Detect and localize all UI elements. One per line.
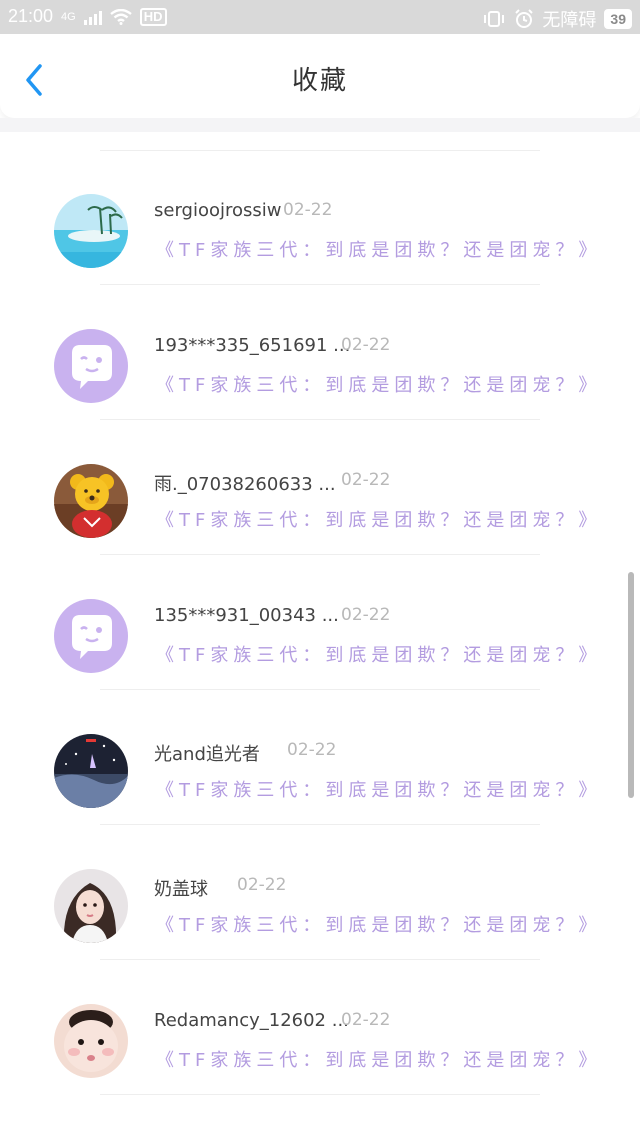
signal-icon	[83, 9, 102, 25]
article-link[interactable]: 《TF家族三代：到底是团欺？还是团宠？》	[156, 1046, 601, 1072]
avatar[interactable]	[54, 734, 128, 808]
divider	[100, 1094, 540, 1095]
date: 02-22	[287, 740, 337, 760]
battery-indicator: 39	[604, 9, 632, 29]
status-right: 无障碍 39	[482, 6, 632, 32]
alarm-icon	[515, 9, 534, 28]
clock: 21:00	[8, 6, 54, 26]
list-item[interactable]: 光and追光者 02-22 《TF家族三代：到底是团欺？还是团宠？》	[0, 672, 628, 825]
avatar[interactable]	[54, 599, 128, 673]
article-link[interactable]: 《TF家族三代：到底是团欺？还是团宠？》	[156, 911, 601, 937]
list-item[interactable]: 193***335_651691 ... 02-22 《TF家族三代：到底是团欺…	[0, 267, 628, 420]
list-item[interactable]: sergioojrossiw 02-22 《TF家族三代：到底是团欺？还是团宠？…	[0, 132, 628, 285]
network-label: 4G	[61, 10, 76, 23]
article-link[interactable]: 《TF家族三代：到底是团欺？还是团宠？》	[156, 641, 601, 667]
list-item[interactable]: 雨._07038260633 ... 02-22 《TF家族三代：到底是团欺？还…	[0, 402, 628, 555]
date: 02-22	[237, 875, 287, 895]
list-item[interactable]: 奶盖球 02-22 《TF家族三代：到底是团欺？还是团宠？》	[0, 807, 628, 960]
avatar[interactable]	[54, 464, 128, 538]
user-name: 雨._07038260633 ...	[154, 474, 336, 495]
header-gap	[0, 118, 640, 132]
hd-icon: HD	[139, 7, 167, 26]
date: 02-22	[283, 200, 333, 220]
date: 02-22	[341, 605, 391, 625]
vibrate-icon	[484, 11, 505, 27]
baby-photo-icon	[54, 1004, 128, 1078]
scrollbar[interactable]	[628, 572, 634, 798]
status-left: 21:00 4G HD	[8, 6, 167, 27]
article-link[interactable]: 《TF家族三代：到底是团欺？还是团宠？》	[156, 236, 601, 262]
list-item[interactable]: Redamancy_12602 ... 02-22 《TF家族三代：到底是团欺？…	[0, 942, 628, 1095]
avatar[interactable]	[54, 1004, 128, 1078]
wifi-icon	[109, 8, 132, 25]
avatar[interactable]	[54, 869, 128, 943]
article-link[interactable]: 《TF家族三代：到底是团欺？还是团宠？》	[156, 506, 601, 532]
bear-photo-icon	[54, 464, 128, 538]
date: 02-22	[341, 470, 391, 490]
avatar[interactable]	[54, 194, 128, 268]
article-link[interactable]: 《TF家族三代：到底是团欺？还是团宠？》	[156, 776, 601, 802]
user-name: 奶盖球	[154, 879, 208, 900]
article-link[interactable]: 《TF家族三代：到底是团欺？还是团宠？》	[156, 371, 601, 397]
user-name: 193***335_651691 ...	[154, 335, 351, 356]
default-chat-avatar-icon	[54, 329, 128, 403]
girl-photo-icon	[54, 869, 128, 943]
user-name: 光and追光者	[154, 744, 260, 765]
app-header: 收藏	[0, 34, 640, 118]
avatar[interactable]	[54, 329, 128, 403]
status-bar: 21:00 4G HD 无障碍 39	[0, 0, 640, 34]
user-name: 135***931_00343 ...	[154, 605, 339, 626]
default-chat-avatar-icon	[54, 599, 128, 673]
date: 02-22	[341, 335, 391, 355]
list-item[interactable]: 135***931_00343 ... 02-22 《TF家族三代：到底是团欺？…	[0, 537, 628, 690]
page-title: 收藏	[291, 66, 348, 96]
beach-photo-icon	[54, 194, 128, 268]
date: 02-22	[341, 1010, 391, 1030]
night-photo-icon	[54, 734, 128, 808]
accessibility-label: 无障碍	[542, 10, 597, 30]
user-name: Redamancy_12602 ...	[154, 1010, 349, 1031]
user-name: sergioojrossiw	[154, 200, 282, 221]
